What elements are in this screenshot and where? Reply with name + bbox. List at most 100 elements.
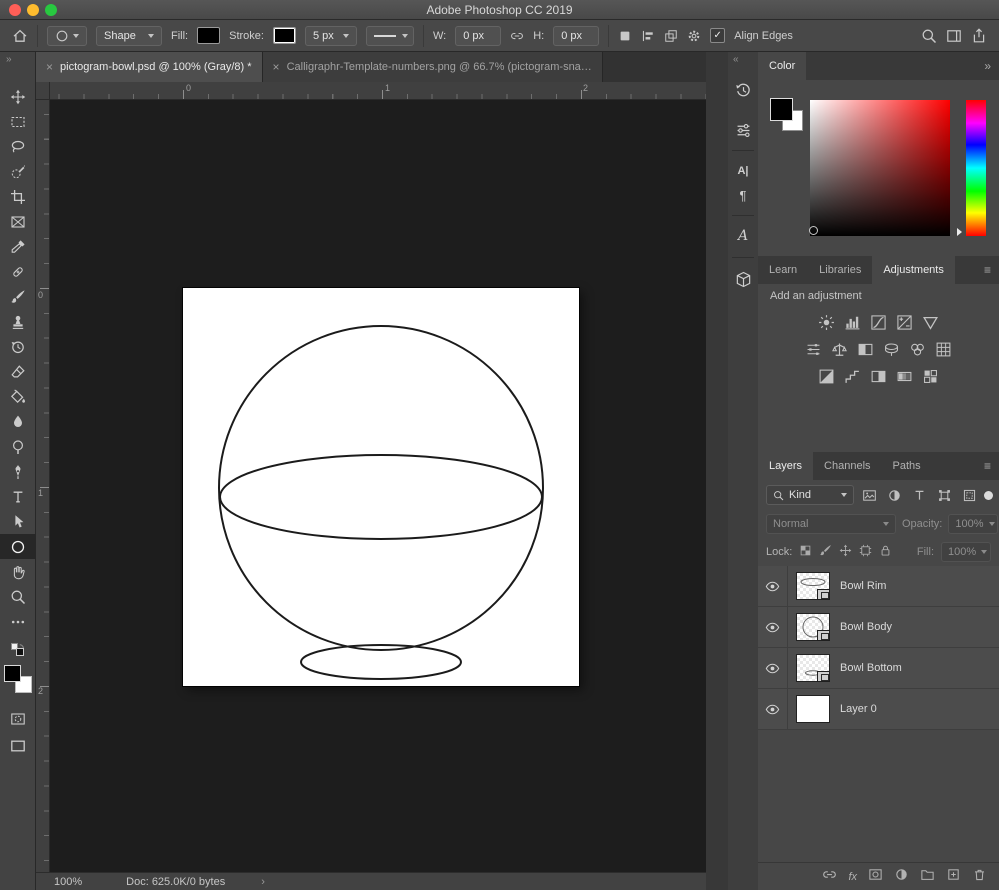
foreground-color-swatch[interactable] — [770, 98, 793, 121]
document-tab-active[interactable]: × pictogram-bowl.psd @ 100% (Gray/8) * — [36, 52, 263, 82]
stroke-style-select[interactable] — [366, 26, 414, 46]
layer-name[interactable]: Bowl Body — [840, 621, 892, 633]
threshold-icon[interactable] — [870, 368, 887, 385]
glyphs-panel-icon[interactable]: A — [730, 224, 756, 248]
paragraph-panel-icon[interactable]: ¶ — [730, 183, 756, 207]
stroke-width-select[interactable]: 5 px — [305, 26, 357, 46]
hue-slider[interactable] — [966, 100, 986, 236]
layer-row[interactable]: Bowl Body — [758, 607, 999, 648]
eyedropper-tool[interactable] — [0, 234, 36, 259]
tab-paths[interactable]: Paths — [882, 452, 932, 480]
layer-visibility-toggle[interactable] — [758, 689, 788, 729]
selective-color-icon[interactable] — [922, 368, 939, 385]
color-balance-icon[interactable] — [831, 341, 848, 358]
layer-name[interactable]: Layer 0 — [840, 703, 877, 715]
document-tab-inactive[interactable]: × Calligraphr-Template-numbers.png @ 66.… — [263, 52, 603, 82]
color-cursor[interactable] — [809, 226, 818, 235]
layer-row[interactable]: Bowl Bottom — [758, 648, 999, 689]
clone-stamp-tool[interactable] — [0, 309, 36, 334]
blend-mode-select[interactable]: Normal — [766, 514, 896, 534]
properties-panel-icon[interactable] — [730, 118, 756, 142]
new-adjustment-layer-icon[interactable] — [894, 867, 909, 887]
layer-name[interactable]: Bowl Bottom — [840, 662, 902, 674]
history-panel-icon[interactable] — [730, 78, 756, 102]
opacity-select[interactable]: 100% — [948, 514, 998, 534]
path-arrangement-icon[interactable] — [664, 29, 678, 43]
layer-thumbnail[interactable] — [796, 695, 830, 723]
paint-bucket-tool[interactable] — [0, 384, 36, 409]
shape-width-input[interactable]: 0 px — [455, 26, 501, 46]
new-layer-icon[interactable] — [946, 867, 961, 887]
blur-tool[interactable] — [0, 409, 36, 434]
quick-selection-tool[interactable] — [0, 159, 36, 184]
lock-pixels-icon[interactable] — [819, 544, 832, 560]
layer-filter-kind-select[interactable]: Kind — [766, 485, 854, 505]
hand-tool[interactable] — [0, 559, 36, 584]
tab-adjustments[interactable]: Adjustments — [872, 256, 955, 284]
search-icon[interactable] — [921, 28, 937, 44]
saturation-brightness-field[interactable] — [810, 100, 950, 236]
collapse-dock-icon[interactable]: » — [976, 52, 999, 80]
new-group-icon[interactable] — [920, 867, 935, 887]
tool-mode-select[interactable]: Shape — [96, 26, 162, 46]
layer-filtering-toggle[interactable] — [984, 491, 993, 500]
add-layer-mask-icon[interactable] — [868, 867, 883, 887]
spot-healing-brush-tool[interactable] — [0, 259, 36, 284]
gear-icon[interactable] — [687, 29, 701, 43]
stroke-swatch[interactable] — [273, 27, 296, 44]
brush-tool[interactable] — [0, 284, 36, 309]
filter-pixel-layers-icon[interactable] — [859, 486, 879, 505]
status-options-chevron-icon[interactable]: › — [261, 876, 265, 888]
character-panel-icon[interactable]: A| — [730, 159, 756, 183]
lasso-tool[interactable] — [0, 134, 36, 159]
fill-select[interactable]: 100% — [941, 542, 991, 562]
lock-all-icon[interactable] — [879, 544, 892, 560]
frame-tool[interactable] — [0, 209, 36, 234]
layer-style-icon[interactable]: fx — [848, 871, 857, 883]
close-icon[interactable]: × — [273, 61, 280, 73]
layer-visibility-toggle[interactable] — [758, 648, 788, 688]
dodge-tool[interactable] — [0, 434, 36, 459]
posterize-icon[interactable] — [844, 368, 861, 385]
delete-layer-icon[interactable] — [972, 867, 987, 887]
layer-thumbnail[interactable] — [796, 613, 830, 641]
layer-row[interactable]: Bowl Rim — [758, 566, 999, 607]
link-layers-icon[interactable] — [822, 867, 837, 887]
workspace-icon[interactable] — [946, 28, 962, 44]
black-white-icon[interactable] — [857, 341, 874, 358]
document-canvas[interactable] — [183, 288, 579, 686]
brightness-contrast-icon[interactable] — [818, 314, 835, 331]
rectangular-marquee-tool[interactable] — [0, 109, 36, 134]
levels-icon[interactable] — [844, 314, 861, 331]
screen-mode-button[interactable] — [0, 733, 36, 758]
path-alignment-icon[interactable] — [641, 29, 655, 43]
path-selection-tool[interactable] — [0, 509, 36, 534]
default-colors-icon[interactable] — [0, 640, 36, 660]
foreground-background-swatches[interactable] — [3, 664, 33, 694]
tab-layers[interactable]: Layers — [758, 452, 813, 480]
tab-channels[interactable]: Channels — [813, 452, 881, 480]
lock-artboard-icon[interactable] — [859, 544, 872, 560]
3d-panel-icon[interactable] — [730, 267, 756, 291]
gradient-map-icon[interactable] — [896, 368, 913, 385]
expand-panels-icon[interactable]: « — [728, 52, 739, 68]
lock-position-icon[interactable] — [839, 544, 852, 560]
eraser-tool[interactable] — [0, 359, 36, 384]
layer-thumbnail[interactable] — [796, 572, 830, 600]
history-brush-tool[interactable] — [0, 334, 36, 359]
foreground-color-swatch[interactable] — [4, 665, 21, 682]
edit-toolbar-icon[interactable] — [0, 609, 36, 634]
layer-name[interactable]: Bowl Rim — [840, 580, 886, 592]
pen-tool[interactable] — [0, 459, 36, 484]
layer-row[interactable]: Layer 0 — [758, 689, 999, 730]
layer-visibility-toggle[interactable] — [758, 566, 788, 606]
lock-transparency-icon[interactable] — [799, 544, 812, 560]
filter-smart-objects-icon[interactable] — [959, 486, 979, 505]
type-tool[interactable] — [0, 484, 36, 509]
panel-menu-icon[interactable]: ≡ — [976, 256, 999, 284]
share-icon[interactable] — [971, 28, 987, 44]
home-icon[interactable] — [12, 28, 28, 44]
invert-icon[interactable] — [818, 368, 835, 385]
move-tool[interactable] — [0, 84, 36, 109]
filter-adjustment-layers-icon[interactable] — [884, 486, 904, 505]
